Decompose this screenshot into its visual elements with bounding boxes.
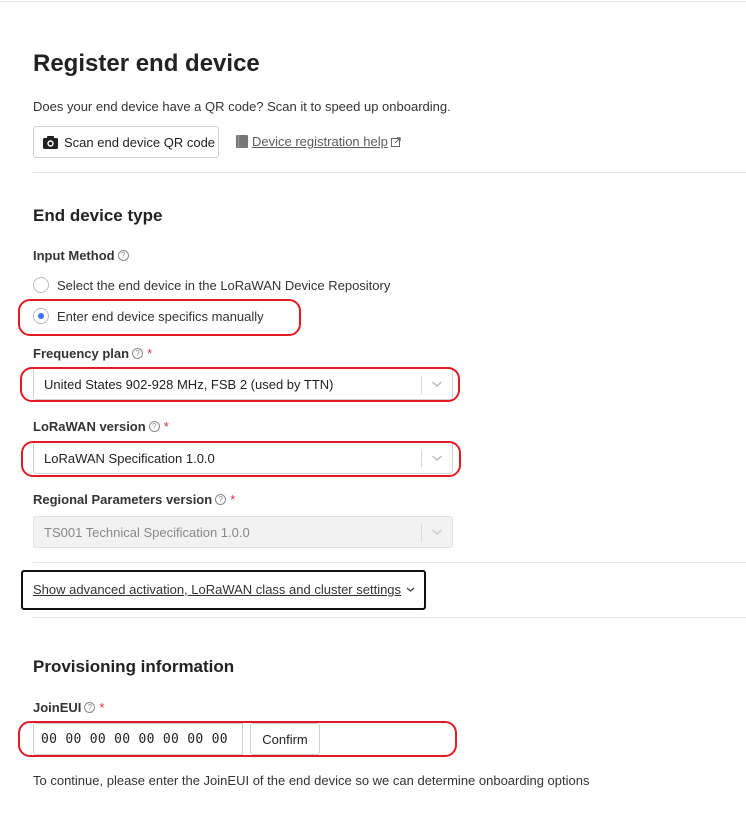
section-divider bbox=[33, 562, 746, 563]
external-link-icon bbox=[390, 136, 401, 147]
chevron-down-icon bbox=[432, 455, 442, 462]
radio-label: Enter end device specifics manually bbox=[57, 308, 264, 324]
join-eui-label: JoinEUI ? * bbox=[33, 700, 104, 715]
radio-label: Select the end device in the LoRaWAN Dev… bbox=[57, 277, 391, 293]
confirm-button[interactable]: Confirm bbox=[250, 723, 320, 755]
radio-device-repository[interactable]: Select the end device in the LoRaWAN Dev… bbox=[33, 277, 390, 293]
provisioning-heading: Provisioning information bbox=[33, 657, 235, 676]
join-eui-label-text: JoinEUI bbox=[33, 700, 82, 715]
help-icon[interactable]: ? bbox=[117, 250, 129, 261]
regional-parameters-label-text: Regional Parameters version bbox=[33, 492, 213, 507]
device-registration-help-label: Device registration help bbox=[252, 134, 388, 149]
required-mark: * bbox=[147, 346, 153, 361]
regional-parameters-select: TS001 Technical Specification 1.0.0 bbox=[33, 516, 453, 548]
radio-button-checked[interactable] bbox=[33, 308, 49, 324]
help-icon[interactable]: ? bbox=[148, 421, 160, 432]
show-advanced-settings-link[interactable]: Show advanced activation, LoRaWAN class … bbox=[33, 582, 415, 597]
lorawan-version-value: LoRaWAN Specification 1.0.0 bbox=[44, 450, 215, 466]
join-eui-input[interactable]: 00 00 00 00 00 00 00 00 bbox=[33, 723, 243, 755]
lorawan-version-label: LoRaWAN version ? * bbox=[33, 419, 169, 434]
required-mark: * bbox=[163, 419, 169, 434]
select-separator bbox=[421, 524, 422, 542]
device-registration-help-link[interactable]: Device registration help bbox=[236, 134, 405, 149]
lorawan-version-label-text: LoRaWAN version bbox=[33, 419, 146, 434]
required-mark: * bbox=[99, 700, 105, 715]
book-icon bbox=[236, 135, 248, 148]
chevron-down-icon bbox=[432, 529, 442, 536]
lorawan-version-select[interactable]: LoRaWAN Specification 1.0.0 bbox=[33, 442, 453, 474]
join-eui-note: To continue, please enter the JoinEUI of… bbox=[33, 773, 590, 788]
chevron-down-icon bbox=[406, 587, 415, 592]
regional-parameters-label: Regional Parameters version ? * bbox=[33, 492, 235, 507]
join-eui-value: 00 00 00 00 00 00 00 00 bbox=[41, 731, 228, 747]
radio-button[interactable] bbox=[33, 277, 49, 293]
chevron-down-icon bbox=[432, 381, 442, 388]
section-divider bbox=[33, 172, 746, 173]
help-icon[interactable]: ? bbox=[215, 494, 227, 505]
confirm-label: Confirm bbox=[262, 731, 308, 747]
top-divider bbox=[0, 1, 746, 2]
scan-qr-code-label: Scan end device QR code bbox=[64, 134, 216, 150]
frequency-plan-label: Frequency plan ? * bbox=[33, 346, 152, 361]
select-separator bbox=[421, 450, 422, 468]
required-mark: * bbox=[230, 492, 236, 507]
end-device-type-heading: End device type bbox=[33, 206, 163, 225]
radio-enter-manually[interactable]: Enter end device specifics manually bbox=[33, 308, 264, 324]
section-divider bbox=[33, 617, 746, 618]
qr-description: Does your end device have a QR code? Sca… bbox=[33, 99, 451, 114]
camera-icon bbox=[43, 135, 58, 149]
help-icon[interactable]: ? bbox=[132, 348, 144, 359]
select-separator bbox=[421, 376, 422, 394]
frequency-plan-label-text: Frequency plan bbox=[33, 346, 130, 361]
frequency-plan-value: United States 902-928 MHz, FSB 2 (used b… bbox=[44, 376, 334, 392]
regional-parameters-value: TS001 Technical Specification 1.0.0 bbox=[44, 524, 250, 540]
scan-qr-code-button[interactable]: Scan end device QR code bbox=[33, 126, 219, 158]
input-method-label: Input Method ? bbox=[33, 248, 129, 263]
input-method-label-text: Input Method bbox=[33, 248, 115, 263]
help-icon[interactable]: ? bbox=[84, 702, 96, 713]
frequency-plan-select[interactable]: United States 902-928 MHz, FSB 2 (used b… bbox=[33, 368, 453, 400]
page-title: Register end device bbox=[33, 50, 260, 77]
show-advanced-settings-label: Show advanced activation, LoRaWAN class … bbox=[33, 582, 402, 597]
